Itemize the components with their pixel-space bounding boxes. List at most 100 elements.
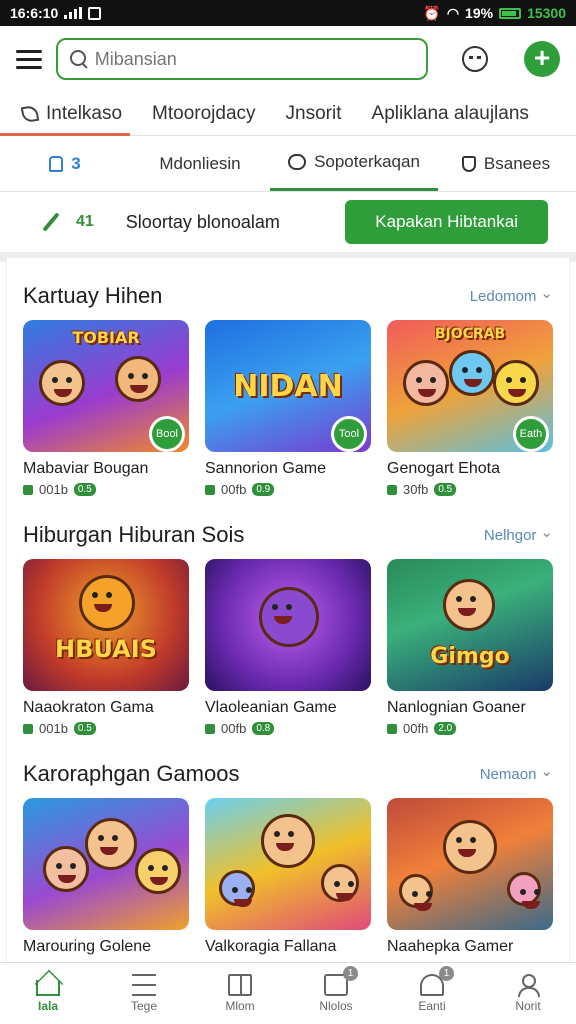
content-area: Kartuay Hihen Ledomom TOBIAR Bool Mabavi… [6, 258, 570, 962]
promo-button[interactable]: Kapakan Hibtankai [345, 200, 548, 244]
character-art [219, 870, 255, 907]
signal-icon [64, 7, 83, 19]
app-header: + [0, 26, 576, 92]
nav-item-mlom[interactable]: Mlom [200, 974, 280, 1013]
game-title: Naaokraton Gama [23, 699, 154, 716]
game-card[interactable]: Valkoragia Fallana [205, 798, 371, 956]
game-thumbnail: Gimgo [387, 559, 553, 691]
nav-label: Norit [515, 999, 541, 1013]
top-tabs: Intelkaso Mtoorojdacy Jnsorit Apliklana … [0, 92, 576, 136]
game-title: Naahepka Gamer [387, 938, 514, 955]
subtab-sopoterkaqan[interactable]: Sopoterkaqan [270, 136, 438, 191]
alarm-icon: ⏰ [423, 4, 441, 21]
download-count: 00fb [221, 721, 247, 736]
game-thumbnail: TOBIAR Bool [23, 320, 189, 452]
status-clock: 15300 [527, 5, 566, 21]
game-card[interactable]: Naahepka Gamer [387, 798, 553, 956]
game-thumbnail: BJOCRAB Eath [387, 320, 553, 452]
notification-badge: 1 [439, 966, 454, 981]
list-icon [132, 974, 156, 996]
notification-badge: 1 [343, 966, 358, 981]
game-card[interactable]: Marouring Golene [23, 798, 189, 956]
subtab-bsanees[interactable]: Bsanees [438, 136, 574, 191]
character-art [259, 587, 319, 647]
section-header: Karoraphgan Gamoos Nemaon [23, 750, 553, 798]
subtab-label: Sopoterkaqan [314, 152, 420, 171]
game-meta: 00fb 0.9 [205, 482, 371, 497]
nav-item-tege[interactable]: Tege [104, 974, 184, 1013]
status-time: 16:6:10 [10, 5, 59, 21]
tab-label: Mtoorojdacy [152, 102, 256, 124]
game-title: Genogart Ehota [387, 460, 500, 477]
section-title: Kartuay Hihen [23, 283, 163, 308]
see-more-link[interactable]: Nelhgor [484, 527, 553, 544]
battery-percent: 19% [465, 5, 494, 21]
pencil-icon [42, 212, 60, 232]
subtab-mdonliesin[interactable]: Mdonliesin [130, 136, 270, 191]
tab-mtoorojdacy[interactable]: Mtoorojdacy [152, 103, 256, 125]
character-art [443, 820, 497, 874]
tab-intelkaso[interactable]: Intelkaso [20, 103, 122, 125]
nav-label: Nlolos [319, 999, 353, 1013]
nav-label: Tege [130, 999, 158, 1013]
see-more-link[interactable]: Ledomom [470, 288, 553, 305]
nav-label: Eanti [418, 999, 446, 1013]
install-badge[interactable]: Tool [331, 416, 367, 452]
game-title: Mabaviar Bougan [23, 460, 149, 477]
tab-label: Apliklana alaujlans [371, 102, 529, 124]
game-card[interactable]: TOBIAR Bool Mabaviar Bougan 001b 0.5 [23, 320, 189, 497]
game-meta: 001b 0.5 [23, 482, 189, 497]
character-art [135, 848, 181, 894]
search-bar[interactable] [56, 38, 428, 80]
subtab-label: Bsanees [483, 153, 551, 173]
game-thumbnail [205, 798, 371, 930]
search-icon [70, 50, 87, 68]
section-header: Kartuay Hihen Ledomom [23, 272, 553, 320]
rating-pill: 2.0 [434, 722, 457, 735]
game-title: Valkoragia Fallana [205, 938, 337, 955]
game-card[interactable]: HBUAIS Naaokraton Gama 001b 0.5 [23, 559, 189, 736]
game-title: Marouring Golene [23, 938, 152, 955]
section-title: Hiburgan Hiburan Sois [23, 522, 245, 547]
card-row: HBUAIS Naaokraton Gama 001b 0.5 Vlaolean… [23, 559, 553, 736]
add-button[interactable]: + [524, 41, 560, 77]
download-icon [205, 723, 215, 734]
rating-pill: 0.9 [252, 483, 275, 496]
tooth-icon [49, 155, 64, 172]
nav-item-eanti[interactable]: 1 Eanti [392, 966, 472, 1013]
character-art [507, 872, 541, 909]
game-card[interactable]: BJOCRAB Eath Genogart Ehota 30fb 0.5 [387, 320, 553, 497]
game-card[interactable]: Vlaoleanian Game 00fb 0.8 [205, 559, 371, 736]
chat-icon[interactable] [462, 46, 488, 72]
home-icon [36, 980, 60, 996]
subtab-count[interactable]: 3 [0, 136, 130, 191]
game-thumbnail [23, 798, 189, 930]
nav-label: Iala [37, 999, 58, 1013]
game-card[interactable]: Gimgo Nanlognian Goaner 00fh 2.0 [387, 559, 553, 736]
card-row: Marouring Golene Valkoragia Fallana Naah… [23, 798, 553, 956]
game-title: Vlaoleanian Game [205, 699, 337, 716]
nav-item-nlolos[interactable]: 1 Nlolos [296, 966, 376, 1013]
search-input[interactable] [94, 48, 414, 70]
download-count: 00fb [221, 482, 247, 497]
subtab-label: 3 [71, 153, 81, 173]
tab-jnsorit[interactable]: Jnsorit [286, 103, 342, 125]
rating-pill: 0.5 [73, 722, 96, 735]
install-badge[interactable]: Bool [149, 416, 185, 452]
game-card[interactable]: NIDAN Tool Sannorion Game 00fb 0.9 [205, 320, 371, 497]
game-logo-text: HBUAIS [55, 635, 157, 663]
see-more-link[interactable]: Nemaon [480, 766, 553, 783]
game-meta: 00fb 0.8 [205, 721, 371, 736]
download-count: 001b [39, 482, 68, 497]
user-icon [516, 974, 540, 997]
menu-icon[interactable] [16, 49, 42, 69]
nav-item-norit[interactable]: Norit [488, 974, 568, 1013]
rating-pill: 0.5 [73, 483, 96, 496]
download-icon [205, 484, 215, 495]
rating-pill: 0.8 [252, 722, 275, 735]
install-badge[interactable]: Eath [513, 416, 549, 452]
download-icon [23, 723, 33, 734]
section-header: Hiburgan Hiburan Sois Nelhgor [23, 511, 553, 559]
nav-item-home[interactable]: Iala [8, 974, 88, 1013]
tab-apliklana[interactable]: Apliklana alaujlans [372, 103, 529, 125]
